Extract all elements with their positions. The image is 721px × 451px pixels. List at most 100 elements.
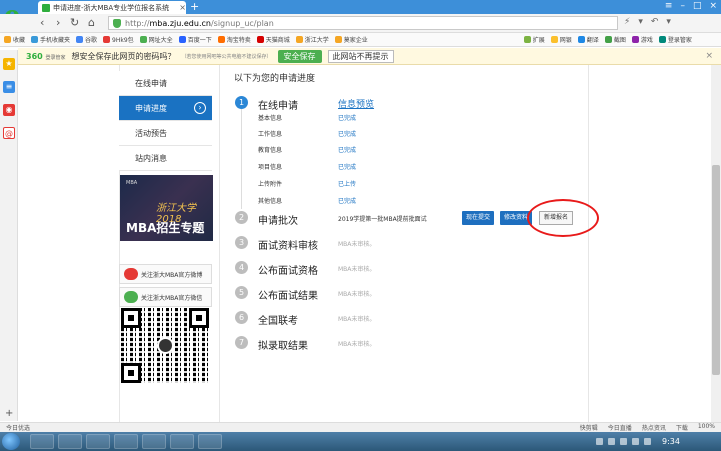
- bookmark-item[interactable]: 登录管家: [658, 35, 692, 44]
- network-icon[interactable]: [632, 438, 639, 445]
- back-icon[interactable]: ‹: [40, 16, 44, 30]
- bookmark-item[interactable]: 扩展: [523, 35, 545, 44]
- game-icon: [631, 36, 639, 43]
- navigation-bar: ‹ › ↻ ⌂ http://mba.zju.edu.cn/signup_uc/…: [0, 14, 721, 33]
- quick-edit-link[interactable]: 快剪辑: [580, 423, 598, 432]
- start-button[interactable]: [2, 433, 20, 450]
- safe-save-button[interactable]: 安全保存: [277, 49, 322, 63]
- bookmark-item[interactable]: 谷歌: [76, 35, 97, 44]
- bookmark-item[interactable]: 淘宝特卖: [217, 35, 251, 44]
- scrollbar-thumb[interactable]: [712, 165, 720, 375]
- bookmark-item[interactable]: 天猫商城: [256, 35, 290, 44]
- reading-list-icon[interactable]: ≡: [3, 81, 15, 93]
- bookmark-item[interactable]: 百度一下: [178, 35, 212, 44]
- bookmark-item[interactable]: 翻译: [577, 35, 599, 44]
- favorites-star-icon[interactable]: ★: [3, 58, 15, 70]
- chevron-down-icon[interactable]: ▾: [638, 17, 643, 27]
- address-bar[interactable]: http://mba.zju.edu.cn/signup_uc/plan: [108, 16, 618, 30]
- substep-label: 工作信息: [258, 131, 283, 138]
- live-link[interactable]: 今日直播: [608, 423, 632, 432]
- side-menu-progress[interactable]: 申请进度 ›: [119, 96, 212, 121]
- tray-icon[interactable]: [596, 438, 603, 445]
- never-prompt-button[interactable]: 此网站不再提示: [327, 49, 394, 63]
- dropdown-icon[interactable]: ▾: [666, 17, 671, 27]
- step-status: MBA未审核。: [338, 316, 376, 323]
- bookmark-item[interactable]: 莫家企业: [334, 35, 368, 44]
- side-menu-messages[interactable]: 站内消息: [119, 146, 212, 171]
- bookmark-item[interactable]: 截图: [604, 35, 626, 44]
- clock[interactable]: 9:34: [662, 437, 680, 446]
- email-icon[interactable]: @: [3, 127, 15, 139]
- submit-now-button[interactable]: 现在提交: [462, 211, 495, 225]
- mba-promo-banner[interactable]: MBA 浙江大学2018 MBA招生专题: [120, 175, 213, 241]
- bookmark-item[interactable]: 网址大全: [139, 35, 173, 44]
- tmall-icon: [256, 36, 264, 43]
- taskbar-app-icon[interactable]: [30, 434, 54, 449]
- taskbar-app-icon[interactable]: [86, 434, 110, 449]
- title-bar: 申请进度-浙大MBA专业学位报名系统 × + ≡ – □ ×: [0, 0, 721, 14]
- minimize-icon[interactable]: –: [680, 0, 685, 13]
- refresh-icon[interactable]: ↻: [70, 16, 79, 30]
- substep-status[interactable]: 已上传: [338, 179, 356, 188]
- taskbar-app-icon[interactable]: [170, 434, 194, 449]
- tray-icon[interactable]: [608, 438, 615, 445]
- tab-title: 申请进度-浙大MBA专业学位报名系统: [52, 3, 170, 12]
- tab-close-icon[interactable]: ×: [179, 3, 186, 12]
- extension-icon: [523, 36, 531, 43]
- translate-icon: [577, 36, 585, 43]
- taskbar-app-icon[interactable]: [114, 434, 138, 449]
- step-track: [241, 109, 242, 209]
- taskbar-app-icon[interactable]: [58, 434, 82, 449]
- substep-status[interactable]: 已完成: [338, 113, 356, 122]
- side-menu-events[interactable]: 活动预告: [119, 121, 212, 146]
- bookmark-item[interactable]: 网银: [550, 35, 572, 44]
- browser-status-bar: 今日优选 快剪辑 今日直播 热点资讯 下载 100%: [0, 422, 721, 432]
- substep-status[interactable]: 已完成: [338, 145, 356, 154]
- download-link[interactable]: 下载: [676, 423, 688, 432]
- substep-status[interactable]: 已完成: [338, 129, 356, 138]
- taskbar-app-icon[interactable]: [142, 434, 166, 449]
- today-picks-link[interactable]: 今日优选: [6, 423, 30, 432]
- zoom-level[interactable]: 100%: [698, 423, 715, 432]
- maximize-icon[interactable]: □: [693, 0, 702, 13]
- bookmark-item[interactable]: 游戏: [631, 35, 653, 44]
- save-password-tip: （若您使用网吧等公共电脑不建议保存）: [181, 53, 272, 60]
- bookmark-item[interactable]: 9Hk9包: [103, 35, 134, 44]
- tab-favicon-icon: [42, 3, 50, 12]
- add-sidebar-icon[interactable]: +: [5, 408, 13, 419]
- browser-tab[interactable]: 申请进度-浙大MBA专业学位报名系统 ×: [38, 1, 186, 14]
- follow-weibo-button[interactable]: 关注浙大MBA官方微博: [119, 264, 212, 284]
- status-tools: 快剪辑 今日直播 热点资讯 下载 100%: [580, 423, 721, 432]
- forward-icon[interactable]: ›: [56, 16, 60, 30]
- close-window-icon[interactable]: ×: [709, 0, 717, 13]
- chevron-right-icon: ›: [194, 102, 206, 114]
- side-menu-online-apply[interactable]: 在线申请: [119, 71, 212, 96]
- highlight-circle: [527, 199, 599, 237]
- vertical-scrollbar[interactable]: [711, 65, 721, 422]
- bookmark-item[interactable]: 收藏: [4, 35, 25, 44]
- taskbar-app-icon[interactable]: [198, 434, 222, 449]
- folder-icon: [295, 36, 303, 43]
- step-status: MBA未审核。: [338, 291, 376, 298]
- substep-label: 基本信息: [258, 115, 283, 122]
- substep-status[interactable]: 已完成: [338, 162, 356, 171]
- volume-icon[interactable]: [644, 438, 651, 445]
- follow-wechat-button[interactable]: 关注浙大MBA官方微信: [119, 287, 212, 307]
- tray-icon[interactable]: [620, 438, 627, 445]
- bookmarks-bar: 收藏 手机收藏夹 谷歌 9Hk9包 网址大全 百度一下 淘宝特卖 天猫商城 浙江…: [0, 33, 721, 47]
- home-icon[interactable]: ⌂: [88, 16, 95, 30]
- undo-icon[interactable]: ↶: [651, 17, 659, 27]
- bookmark-item[interactable]: 浙江大学: [295, 35, 329, 44]
- info-preview-link[interactable]: 信息预览: [338, 97, 374, 110]
- substep-status[interactable]: 已完成: [338, 196, 356, 205]
- qr-logo-icon: [157, 337, 174, 354]
- close-bar-icon[interactable]: ×: [705, 51, 713, 61]
- weibo-icon[interactable]: ◉: [3, 104, 15, 116]
- hot-news-link[interactable]: 热点资讯: [642, 423, 666, 432]
- menu-icon[interactable]: ≡: [665, 0, 673, 13]
- new-tab-button[interactable]: +: [190, 0, 199, 13]
- lightning-icon[interactable]: ⚡: [624, 17, 630, 27]
- bookmark-item[interactable]: 手机收藏夹: [31, 35, 70, 44]
- step-number: 4: [235, 261, 248, 274]
- screenshot-icon: [604, 36, 612, 43]
